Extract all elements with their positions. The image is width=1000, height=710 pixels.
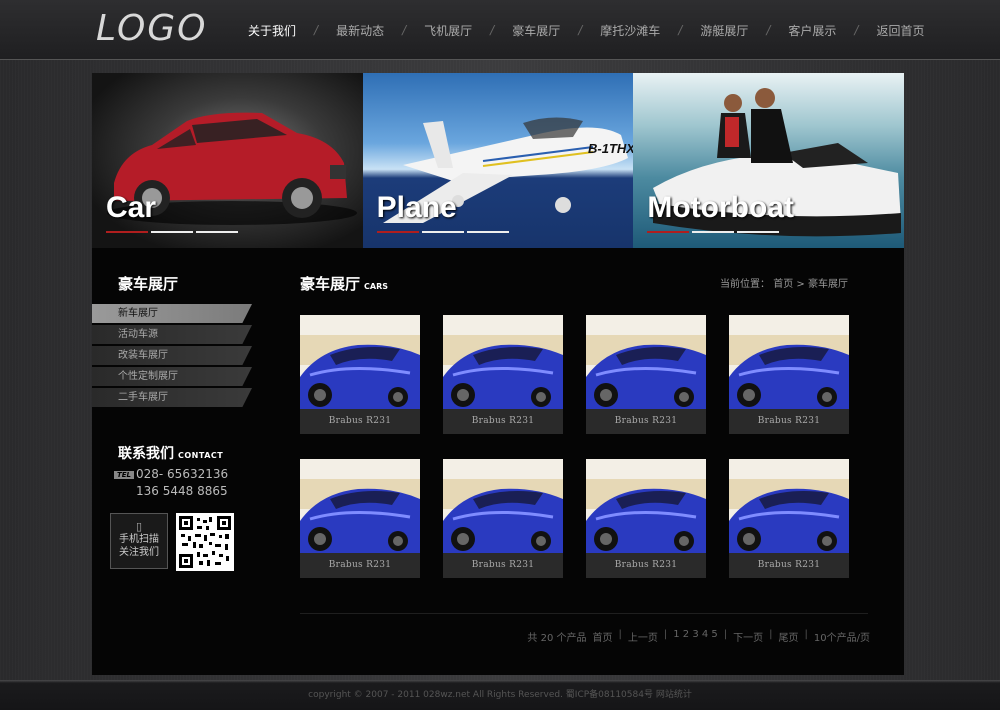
- product-name[interactable]: Brabus R231: [586, 409, 706, 434]
- footer-copyright: copyright © 2007 - 2011 028wz.net All Ri…: [308, 690, 692, 700]
- nav-item-about[interactable]: 关于我们: [230, 22, 314, 39]
- nav-item-news[interactable]: 最新动态: [318, 22, 402, 39]
- mobile-phone-icon: ▯: [135, 520, 143, 533]
- product-image[interactable]: [443, 315, 563, 409]
- banner-plane[interactable]: B-1THXH Plane: [362, 73, 634, 248]
- product-name[interactable]: Brabus R231: [586, 553, 706, 578]
- mobile-scan-box: ▯ 手机扫描 关注我们: [110, 513, 168, 569]
- contact-title-cn: 联系我们: [118, 446, 174, 462]
- breadcrumb-separator: >: [796, 279, 805, 290]
- product-name[interactable]: Brabus R231: [729, 553, 849, 578]
- banner-title-plane: Plane: [376, 191, 457, 224]
- product-card[interactable]: Brabus R231: [300, 459, 420, 578]
- sidebar-menu: 新车展厅 活动车源 改装车展厅 个性定制展厅 二手车展厅: [92, 304, 252, 409]
- product-card[interactable]: Brabus R231: [443, 459, 563, 578]
- product-image[interactable]: [300, 315, 420, 409]
- nav-item-planes[interactable]: 飞机展厅: [406, 22, 490, 39]
- sidebar-item-custom-cars[interactable]: 个性定制展厅: [92, 367, 252, 386]
- nav-item-cars[interactable]: 豪车展厅: [494, 22, 578, 39]
- pager-separator: |: [618, 629, 622, 640]
- breadcrumb-label: 当前位置：: [720, 279, 771, 290]
- sidebar-item-promo-cars[interactable]: 活动车源: [92, 325, 252, 344]
- nav-item-home[interactable]: 返回首页: [858, 22, 942, 39]
- phone-number-1: 028- 65632136: [136, 467, 229, 481]
- pager-per-page: 10个产品/页: [813, 633, 870, 644]
- product-image[interactable]: [729, 315, 849, 409]
- nav-item-motorbikes[interactable]: 摩托沙滩车: [582, 22, 678, 39]
- product-name[interactable]: Brabus R231: [443, 409, 563, 434]
- pager-separator: |: [769, 629, 773, 640]
- breadcrumb-current[interactable]: 豪车展厅: [808, 279, 848, 290]
- pagination: 共 20 个产品 首页 | 上一页 | 1 2 3 4 5 | 下一页 | 尾页…: [527, 629, 870, 644]
- product-image[interactable]: [586, 315, 706, 409]
- banner-indicator: [647, 231, 780, 233]
- banner-indicator: [106, 231, 238, 233]
- pager-total: 共 20 个产品: [527, 633, 587, 644]
- banner-motorboat[interactable]: Motorboat: [633, 73, 905, 248]
- scan-text-1: 手机扫描: [119, 534, 159, 545]
- product-image[interactable]: [729, 459, 849, 553]
- content-title: 豪车展厅 CARS: [300, 273, 388, 294]
- nav-item-yachts[interactable]: 游艇展厅: [682, 22, 766, 39]
- content-title-cn: 豪车展厅: [300, 275, 361, 293]
- product-image[interactable]: [300, 459, 420, 553]
- sidebar-item-used-cars[interactable]: 二手车展厅: [92, 388, 252, 407]
- sidebar-item-modified-cars[interactable]: 改装车展厅: [92, 346, 252, 365]
- product-name[interactable]: Brabus R231: [443, 553, 563, 578]
- site-logo[interactable]: LOGO: [96, 8, 208, 49]
- banner: Car B-1THXH Plane: [92, 73, 905, 248]
- pager-divider: [300, 613, 868, 614]
- tel-badge: TEL: [114, 471, 135, 479]
- product-name[interactable]: Brabus R231: [300, 409, 420, 434]
- footer: copyright © 2007 - 2011 028wz.net All Ri…: [0, 680, 1000, 710]
- banner-car[interactable]: Car: [92, 73, 363, 248]
- scan-text-2: 关注我们: [119, 547, 159, 558]
- header: LOGO 关于我们 / 最新动态 / 飞机展厅 / 豪车展厅 / 摩托沙滩车 /…: [0, 0, 1000, 60]
- sidebar-title: 豪车展厅: [118, 275, 179, 293]
- svg-text:B-1THXH: B-1THXH: [588, 141, 634, 156]
- banner-title-motorboat: Motorboat: [647, 191, 794, 224]
- contact-title-en: CONTACT: [178, 451, 224, 460]
- pager-next[interactable]: 下一页: [733, 629, 763, 644]
- product-name[interactable]: Brabus R231: [729, 409, 849, 434]
- nav-item-clients[interactable]: 客户展示: [770, 22, 854, 39]
- product-card[interactable]: Brabus R231: [300, 315, 420, 434]
- product-image[interactable]: [586, 459, 706, 553]
- sidebar-item-new-cars[interactable]: 新车展厅: [92, 304, 252, 323]
- product-card[interactable]: Brabus R231: [729, 459, 849, 578]
- product-card[interactable]: Brabus R231: [729, 315, 849, 434]
- qr-code-image: [176, 513, 234, 571]
- product-image[interactable]: [443, 459, 563, 553]
- pager-separator: |: [723, 629, 728, 640]
- pager-separator: |: [663, 629, 668, 640]
- main-container: Car B-1THXH Plane: [92, 73, 905, 675]
- pager-pages[interactable]: 1 2 3 4 5: [673, 629, 718, 644]
- banner-title-car: Car: [106, 191, 157, 224]
- breadcrumb-home[interactable]: 首页: [773, 279, 793, 290]
- pager-first[interactable]: 首页: [593, 629, 613, 644]
- qr-code-icon: [179, 516, 231, 568]
- contact-title: 联系我们 CONTACT: [118, 443, 223, 463]
- main-nav: 关于我们 / 最新动态 / 飞机展厅 / 豪车展厅 / 摩托沙滩车 / 游艇展厅…: [230, 0, 942, 60]
- phone-number-2: 136 5448 8865: [136, 484, 228, 498]
- breadcrumb: 当前位置： 首页 > 豪车展厅: [720, 275, 848, 290]
- product-card[interactable]: Brabus R231: [586, 459, 706, 578]
- content-title-en: CARS: [364, 282, 388, 291]
- product-card[interactable]: Brabus R231: [586, 315, 706, 434]
- banner-indicator: [376, 231, 509, 233]
- product-name[interactable]: Brabus R231: [300, 553, 420, 578]
- product-card[interactable]: Brabus R231: [443, 315, 563, 434]
- pager-last[interactable]: 尾页: [779, 629, 799, 644]
- pager-prev[interactable]: 上一页: [628, 629, 658, 644]
- pager-separator: |: [804, 629, 808, 640]
